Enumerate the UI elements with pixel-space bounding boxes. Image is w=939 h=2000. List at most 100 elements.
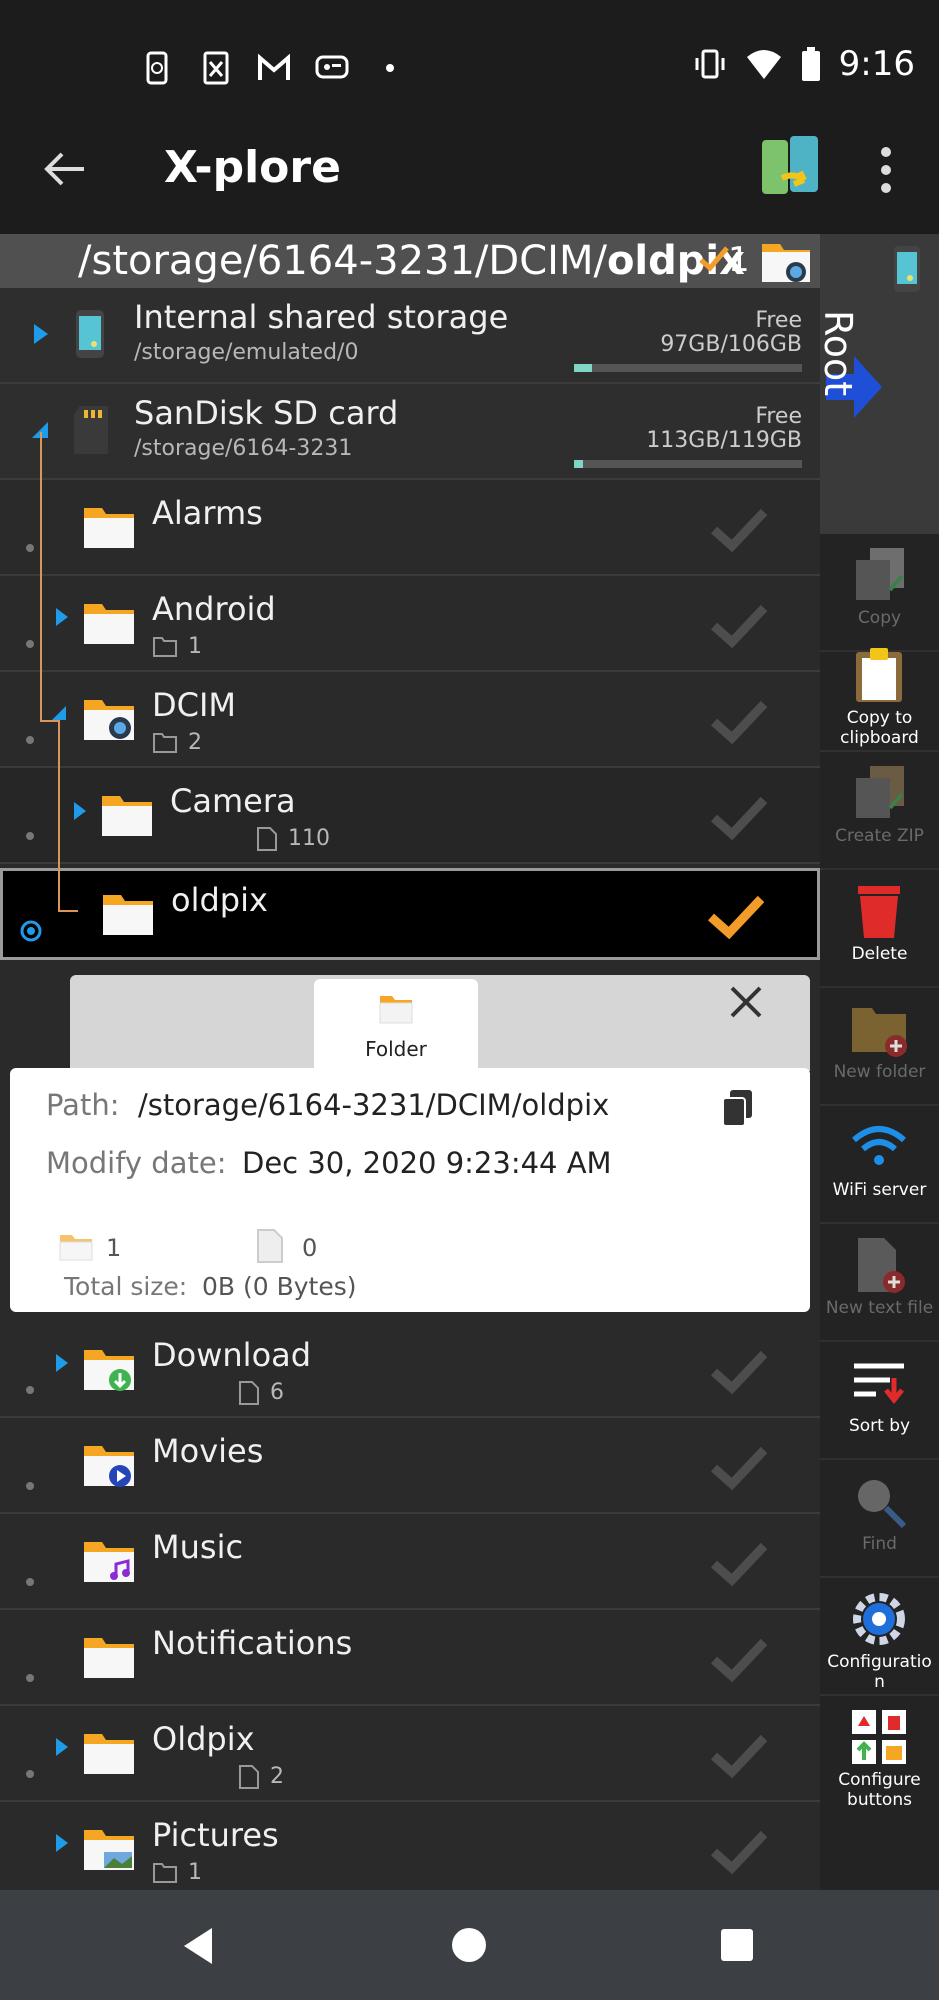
list-item-folder[interactable]: Oldpix 2 — [0, 1706, 820, 1802]
list-item-sd-card[interactable]: SanDisk SD card /storage/6164-3231 Free … — [0, 384, 820, 480]
tree-line — [58, 910, 78, 912]
path-bar[interactable]: /storage/6164-3231/DCIM/oldpix 1 — [0, 234, 820, 288]
expand-arrow-icon[interactable] — [54, 1352, 70, 1374]
phone-storage-icon — [76, 310, 104, 358]
copy-path-icon[interactable] — [720, 1088, 756, 1128]
tree-dot — [26, 640, 34, 648]
copy-icon — [856, 548, 904, 600]
total-size-label: Total size: — [64, 1272, 188, 1301]
mark-checkmark-icon[interactable] — [710, 602, 768, 648]
path-label: Path: — [46, 1088, 120, 1122]
folder-name: Movies — [152, 1432, 264, 1470]
vibrate-icon — [695, 49, 725, 79]
configure-buttons-icon — [852, 1710, 906, 1764]
battery-icon — [801, 47, 820, 81]
marked-checkmark-icon[interactable] — [707, 893, 765, 939]
nav-home-icon[interactable] — [450, 1926, 488, 1964]
phone-sync-icon — [146, 51, 168, 85]
mark-checkmark-icon[interactable] — [710, 1444, 768, 1490]
system-nav-bar — [0, 1890, 939, 2000]
tree-line — [40, 720, 60, 722]
list-item-folder-selected[interactable]: oldpix — [0, 868, 820, 960]
camera-folder-icon — [84, 700, 134, 740]
details-tab-bar: Folder — [70, 975, 810, 1071]
list-item-folder[interactable]: Movies — [0, 1418, 820, 1514]
more-notifications-dot — [386, 64, 394, 72]
tree-dot — [26, 1770, 34, 1778]
expand-arrow-icon[interactable] — [72, 800, 88, 822]
checkmark-icon — [699, 246, 729, 272]
expand-arrow-icon[interactable] — [54, 606, 70, 628]
details-dialog: Path: /storage/6164-3231/DCIM/oldpix Mod… — [10, 1068, 810, 1312]
list-item-folder[interactable]: Download 6 — [0, 1322, 820, 1418]
file-count-icon — [239, 1381, 259, 1405]
list-item-folder[interactable]: Notifications — [0, 1610, 820, 1706]
app-bar: X-plore — [0, 104, 939, 234]
mark-checkmark-icon[interactable] — [710, 1348, 768, 1394]
current-folder-indicator — [20, 920, 42, 942]
message-icon — [315, 55, 349, 79]
dual-pane-switch-icon[interactable] — [760, 132, 822, 202]
trash-icon — [858, 886, 900, 938]
tab-folder[interactable]: Folder — [314, 979, 478, 1071]
mark-checkmark-icon[interactable] — [710, 698, 768, 744]
new-file-icon — [858, 1238, 905, 1293]
expand-arrow-icon[interactable] — [32, 322, 50, 346]
wifi-server-button[interactable]: WiFi server — [820, 1106, 939, 1224]
usage-bar — [574, 460, 802, 468]
folder-name: oldpix — [171, 881, 268, 919]
subfolder-count: 1 — [188, 1860, 202, 1885]
free-label: Free — [755, 308, 802, 333]
volume-path: /storage/emulated/0 — [134, 340, 359, 365]
list-item-folder[interactable]: Camera 110 — [0, 768, 820, 864]
folder-name: Android — [152, 590, 276, 628]
new-text-file-button[interactable]: New text file — [820, 1224, 939, 1342]
list-item-folder[interactable]: Alarms — [0, 480, 820, 576]
clipboard-icon — [856, 648, 902, 702]
mark-checkmark-icon[interactable] — [710, 1636, 768, 1682]
create-zip-button[interactable]: Create ZIP — [820, 752, 939, 870]
list-item-internal-storage[interactable]: Internal shared storage /storage/emulate… — [0, 288, 820, 384]
folder-icon — [379, 996, 413, 1024]
delete-button[interactable]: Delete — [820, 870, 939, 988]
mark-checkmark-icon[interactable] — [710, 1540, 768, 1586]
sd-card-icon — [74, 406, 108, 454]
file-count-icon — [239, 1765, 259, 1789]
sort-by-button[interactable]: Sort by — [820, 1342, 939, 1460]
path-value: /storage/6164-3231/DCIM/oldpix — [138, 1088, 610, 1122]
root-label: Root — [816, 310, 860, 397]
phone-storage-icon — [894, 246, 920, 292]
copy-to-clipboard-button[interactable]: Copy to clipboard — [820, 634, 939, 752]
nav-back-icon[interactable] — [180, 1926, 216, 1966]
expand-arrow-icon[interactable] — [54, 1832, 70, 1854]
wifi-signal-icon — [746, 50, 781, 79]
back-arrow-icon[interactable] — [40, 144, 90, 194]
mark-checkmark-icon[interactable] — [710, 1732, 768, 1778]
mark-checkmark-icon[interactable] — [710, 1828, 768, 1874]
overflow-menu-icon[interactable] — [880, 146, 892, 194]
list-item-folder[interactable]: DCIM 2 — [0, 672, 820, 768]
wifi-icon — [852, 1126, 906, 1165]
list-item-folder[interactable]: Android 1 — [0, 576, 820, 672]
free-space: 113GB/119GB — [646, 428, 802, 453]
configuration-button[interactable]: Configuratio n — [820, 1578, 939, 1696]
free-label: Free — [755, 404, 802, 429]
expand-arrow-icon[interactable] — [54, 1736, 70, 1758]
configure-buttons-button[interactable]: Configure buttons — [820, 1696, 939, 1814]
mark-checkmark-icon[interactable] — [710, 794, 768, 840]
folder-icon — [84, 1734, 134, 1774]
camera-folder-icon — [762, 244, 810, 282]
new-folder-button[interactable]: New folder — [820, 988, 939, 1106]
list-item-folder[interactable]: Music — [0, 1514, 820, 1610]
file-count: 6 — [270, 1380, 284, 1405]
subfolder-count-icon — [153, 1863, 177, 1883]
find-button[interactable]: Find — [820, 1460, 939, 1578]
list-item-folder[interactable]: Pictures 1 — [0, 1802, 820, 1890]
close-icon[interactable] — [728, 984, 764, 1020]
nav-recents-icon[interactable] — [720, 1928, 754, 1962]
mark-checkmark-icon[interactable] — [710, 506, 768, 552]
tree-dot — [26, 736, 34, 744]
spreadsheet-icon — [203, 51, 229, 85]
folder-count-icon — [59, 1235, 93, 1261]
tree-dot — [26, 1482, 34, 1490]
